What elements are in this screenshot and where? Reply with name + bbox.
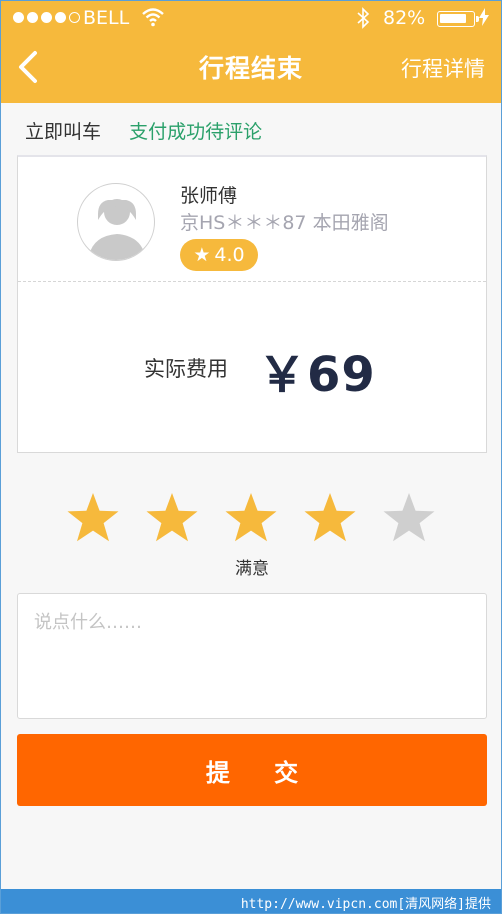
trip-details-link[interactable]: 行程详情 [401, 53, 485, 83]
driver-name: 张师傅 [180, 185, 238, 207]
progress-steps: 立即叫车 支付成功待评论 [25, 117, 262, 144]
driver-avatar [77, 183, 155, 261]
comment-input[interactable] [17, 593, 487, 719]
rating-star-4-icon[interactable] [302, 491, 358, 545]
rating-text: 满意 [235, 559, 269, 579]
driver-rating-badge: ★ 4.0 [180, 239, 258, 271]
status-bar: BELL 82% [1, 1, 501, 35]
star-icon: ★ [193, 244, 211, 266]
fee-label: 实际费用 [144, 357, 228, 381]
rating-star-3-icon[interactable] [223, 491, 279, 545]
person-icon [88, 199, 146, 260]
dashed-divider [18, 281, 486, 282]
rating-star-2-icon[interactable] [144, 491, 200, 545]
wifi-icon [141, 7, 165, 32]
app-screen: BELL 82% 行程结束 行程详情 立即叫车 支付成功待评论 张师傅 京HS＊… [0, 0, 502, 914]
driver-card: 张师傅 京HS＊＊＊87 本田雅阁 ★ 4.0 实际费用 ￥69 [17, 155, 487, 453]
rating-star-1-icon[interactable] [65, 491, 121, 545]
progress-step-paid-awaiting-review: 支付成功待评论 [129, 121, 263, 143]
charging-icon [479, 8, 489, 31]
battery-icon [437, 11, 479, 27]
driver-rating-value: 4.0 [214, 244, 245, 266]
rating-stars [65, 491, 445, 547]
signal-strength-icon [13, 12, 80, 23]
watermark-bar: http://www.vipcn.com[清风网络]提供 [1, 889, 501, 913]
top-bar: BELL 82% 行程结束 行程详情 [1, 1, 501, 103]
carrier-name: BELL [83, 7, 130, 29]
plate-and-car-model: 京HS＊＊＊87 本田雅阁 [180, 212, 389, 234]
progress-step-call-car: 立即叫车 [25, 121, 102, 143]
battery-percent: 82% [383, 7, 426, 29]
fee-amount: ￥69 [258, 347, 376, 403]
watermark-text: http://www.vipcn.com[清风网络]提供 [240, 897, 491, 912]
rating-star-5-icon[interactable] [381, 491, 437, 545]
bluetooth-icon [356, 7, 370, 34]
submit-button[interactable]: 提 交 [17, 734, 487, 806]
